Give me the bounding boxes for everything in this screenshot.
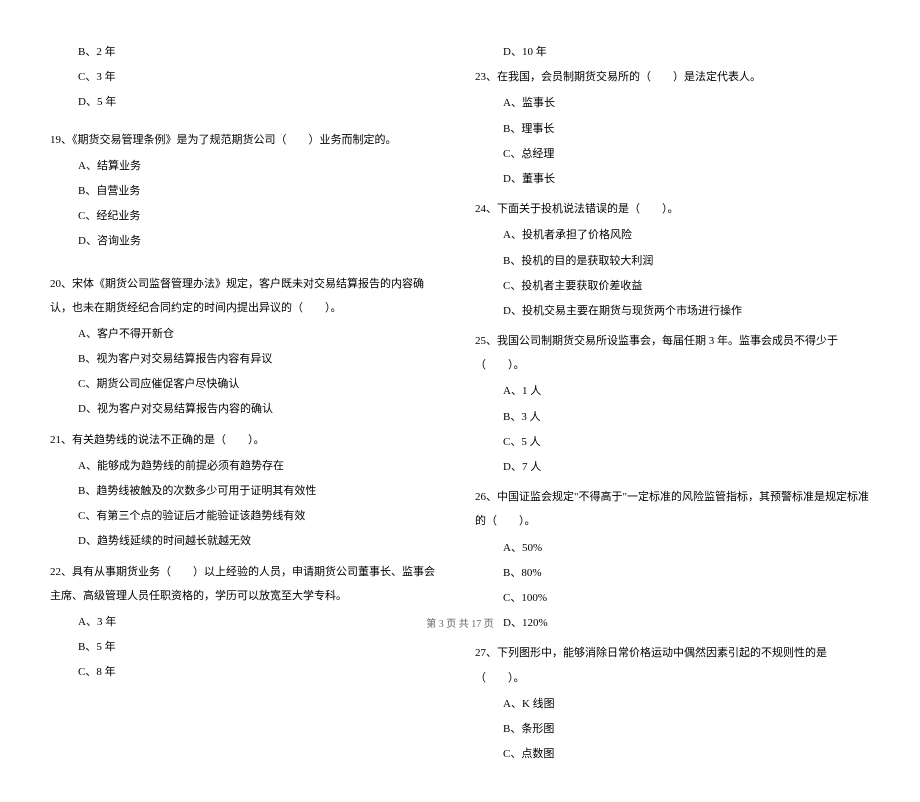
q25-option-d: D、7 人 [475,455,870,479]
q21-option-d: D、趋势线延续的时间越长就越无效 [50,529,445,553]
q26-option-a: A、50% [475,536,870,560]
page-footer: 第 3 页 共 17 页 [0,615,920,630]
q20-option-b: B、视为客户对交易结算报告内容有异议 [50,347,445,371]
page-container: B、2 年 C、3 年 D、5 年 19、《期货交易管理条例》是为了规范期货公司… [0,0,920,802]
q21-option-c: C、有第三个点的验证后才能验证该趋势线有效 [50,504,445,528]
q26-option-c: C、100% [475,586,870,610]
q20-text: 20、宋体《期货公司监督管理办法》规定，客户既未对交易结算报告的内容确认，也未在… [50,272,445,320]
question-24: 24、下面关于投机说法错误的是（ ）。 A、投机者承担了价格风险 B、投机的目的… [475,197,870,323]
q25-option-c: C、5 人 [475,430,870,454]
q20-option-a: A、客户不得开新仓 [50,322,445,346]
q24-option-b: B、投机的目的是获取较大利润 [475,249,870,273]
right-column: D、10 年 23、在我国，会员制期货交易所的（ ）是法定代表人。 A、监事长 … [475,40,870,772]
q18-option-d: D、5 年 [50,90,445,114]
q23-option-d: D、董事长 [475,167,870,191]
q19-option-b: B、自营业务 [50,179,445,203]
q25-option-b: B、3 人 [475,405,870,429]
question-19: 19、《期货交易管理条例》是为了规范期货公司（ ）业务而制定的。 A、结算业务 … [50,128,445,254]
q25-text: 25、我国公司制期货交易所设监事会，每届任期 3 年。监事会成员不得少于（ ）。 [475,329,870,377]
q27-option-c: C、点数图 [475,742,870,766]
q26-option-b: B、80% [475,561,870,585]
q23-option-a: A、监事长 [475,91,870,115]
left-column: B、2 年 C、3 年 D、5 年 19、《期货交易管理条例》是为了规范期货公司… [50,40,445,772]
q27-option-a: A、K 线图 [475,692,870,716]
question-21: 21、有关趋势线的说法不正确的是（ ）。 A、能够成为趋势线的前提必须有趋势存在… [50,428,445,554]
question-23: 23、在我国，会员制期货交易所的（ ）是法定代表人。 A、监事长 B、理事长 C… [475,65,870,191]
q26-text: 26、中国证监会规定"不得高于"一定标准的风险监管指标，其预警标准是规定标准的（… [475,485,870,533]
q20-option-c: C、期货公司应催促客户尽快确认 [50,372,445,396]
q22-option-d: D、10 年 [475,40,870,64]
question-26: 26、中国证监会规定"不得高于"一定标准的风险监管指标，其预警标准是规定标准的（… [475,485,870,635]
q19-option-a: A、结算业务 [50,154,445,178]
q25-option-a: A、1 人 [475,379,870,403]
question-20: 20、宋体《期货公司监督管理办法》规定，客户既未对交易结算报告的内容确认，也未在… [50,272,445,422]
q23-option-b: B、理事长 [475,117,870,141]
q24-option-a: A、投机者承担了价格风险 [475,223,870,247]
q27-text: 27、下列图形中，能够消除日常价格运动中偶然因素引起的不规则性的是（ ）。 [475,641,870,689]
q24-option-d: D、投机交易主要在期货与现货两个市场进行操作 [475,299,870,323]
q21-option-b: B、趋势线被触及的次数多少可用于证明其有效性 [50,479,445,503]
q24-option-c: C、投机者主要获取价差收益 [475,274,870,298]
q22-text: 22、具有从事期货业务（ ）以上经验的人员，申请期货公司董事长、监事会主席、高级… [50,560,445,608]
question-25: 25、我国公司制期货交易所设监事会，每届任期 3 年。监事会成员不得少于（ ）。… [475,329,870,479]
q18-option-b: B、2 年 [50,40,445,64]
q21-option-a: A、能够成为趋势线的前提必须有趋势存在 [50,454,445,478]
question-27: 27、下列图形中，能够消除日常价格运动中偶然因素引起的不规则性的是（ ）。 A、… [475,641,870,766]
q24-text: 24、下面关于投机说法错误的是（ ）。 [475,197,870,221]
q19-option-c: C、经纪业务 [50,204,445,228]
q22-option-b: B、5 年 [50,635,445,659]
q27-option-b: B、条形图 [475,717,870,741]
q23-option-c: C、总经理 [475,142,870,166]
q19-option-d: D、咨询业务 [50,229,445,253]
q23-text: 23、在我国，会员制期货交易所的（ ）是法定代表人。 [475,65,870,89]
q21-text: 21、有关趋势线的说法不正确的是（ ）。 [50,428,445,452]
q18-option-c: C、3 年 [50,65,445,89]
q19-text: 19、《期货交易管理条例》是为了规范期货公司（ ）业务而制定的。 [50,128,445,152]
q22-option-c: C、8 年 [50,660,445,684]
q20-option-d: D、视为客户对交易结算报告内容的确认 [50,397,445,421]
